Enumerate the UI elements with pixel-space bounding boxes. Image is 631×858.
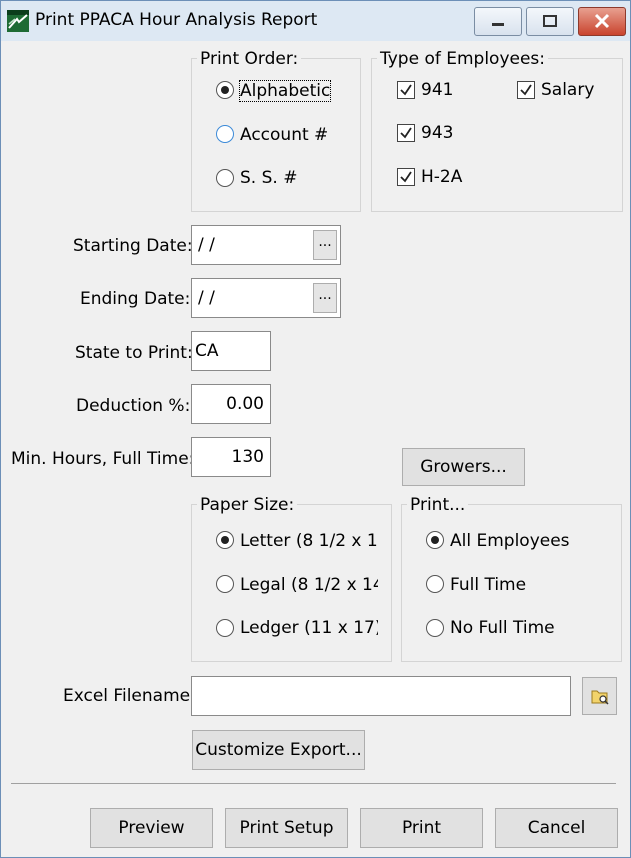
print-order-label: Print Order: (197, 49, 302, 69)
checkmark-icon (400, 84, 412, 96)
minimize-icon (492, 23, 504, 26)
checkbox-943-label[interactable]: 943 (421, 123, 453, 143)
checkbox-salary[interactable] (517, 81, 535, 99)
checkbox-941-label[interactable]: 941 (421, 80, 453, 100)
paper-size-label: Paper Size: (197, 495, 298, 515)
radio-full-time[interactable] (426, 575, 444, 593)
close-button[interactable] (578, 7, 626, 36)
radio-letter[interactable] (216, 531, 234, 549)
minimize-button[interactable] (474, 7, 522, 36)
customize-export-button[interactable]: Customize Export... (192, 730, 365, 770)
radio-ledger-label[interactable]: Ledger (11 x 17) (240, 618, 378, 638)
checkbox-salary-label[interactable]: Salary (541, 80, 594, 100)
deduction-label: Deduction %: (76, 396, 191, 416)
ending-date-browse-button[interactable]: ... (313, 283, 337, 313)
employee-types-label: Type of Employees: (377, 49, 549, 69)
maximize-icon (543, 15, 557, 27)
paper-size-options: Letter (8 1/2 x 11) Legal (8 1/2 x 14) L… (192, 521, 378, 651)
radio-no-full-time-label[interactable]: No Full Time (450, 618, 555, 638)
title-bar[interactable]: Print PPACA Hour Analysis Report (1, 1, 630, 41)
radio-legal[interactable] (216, 575, 234, 593)
radio-alphabetic[interactable] (216, 81, 234, 99)
app-icon (7, 10, 29, 32)
window-title: Print PPACA Hour Analysis Report (35, 10, 318, 30)
print-setup-button[interactable]: Print Setup (225, 808, 348, 848)
browse-file-button[interactable] (582, 677, 617, 715)
checkmark-icon (520, 84, 532, 96)
radio-alphabetic-label[interactable]: Alphabetic (238, 80, 332, 102)
excel-filename-label: Excel Filename: (63, 686, 196, 706)
preview-button[interactable]: Preview (90, 808, 213, 848)
min-hours-input[interactable]: 130 (191, 437, 271, 477)
growers-button[interactable]: Growers... (402, 448, 525, 486)
radio-full-time-label[interactable]: Full Time (450, 575, 526, 595)
radio-legal-label[interactable]: Legal (8 1/2 x 14) (240, 575, 378, 595)
checkbox-h2a[interactable] (397, 168, 415, 186)
radio-ledger[interactable] (216, 619, 234, 637)
radio-account[interactable] (216, 125, 234, 143)
starting-date-browse-button[interactable]: ... (313, 230, 337, 260)
deduction-input[interactable]: 0.00 (191, 384, 271, 424)
radio-ssn[interactable] (216, 169, 234, 187)
checkbox-941[interactable] (397, 81, 415, 99)
print-button[interactable]: Print (360, 808, 483, 848)
starting-date-value: / / (198, 235, 215, 255)
print-filter-label: Print... (407, 495, 469, 515)
folder-browse-icon (591, 690, 609, 705)
dialog-window: Print PPACA Hour Analysis Report Print O… (0, 0, 631, 858)
checkmark-icon (400, 127, 412, 139)
ending-date-label: Ending Date: (80, 289, 191, 309)
state-input[interactable]: CA (191, 331, 271, 371)
radio-all-employees[interactable] (426, 531, 444, 549)
radio-no-full-time[interactable] (426, 619, 444, 637)
footer-separator (11, 783, 616, 784)
state-label: State to Print: (75, 343, 193, 363)
checkmark-icon (400, 171, 412, 183)
ending-date-value: / / (198, 288, 215, 308)
excel-filename-input[interactable] (191, 676, 571, 716)
checkbox-h2a-label[interactable]: H-2A (421, 167, 462, 187)
radio-account-label[interactable]: Account # (240, 125, 328, 145)
checkbox-943[interactable] (397, 124, 415, 142)
cancel-button[interactable]: Cancel (495, 808, 618, 848)
min-hours-label: Min. Hours, Full Time: (11, 449, 195, 469)
maximize-button[interactable] (526, 7, 574, 36)
close-icon (594, 13, 610, 29)
radio-all-employees-label[interactable]: All Employees (450, 531, 570, 551)
starting-date-label: Starting Date: (73, 236, 193, 256)
radio-letter-label[interactable]: Letter (8 1/2 x 11) (240, 531, 378, 551)
radio-ssn-label[interactable]: S. S. # (240, 168, 297, 188)
